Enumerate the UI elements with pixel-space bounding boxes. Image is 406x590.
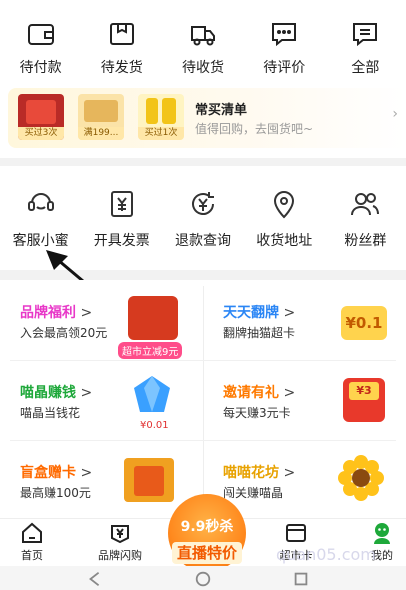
promo-tag: ¥0.1 <box>341 306 387 340</box>
package-icon <box>109 23 134 45</box>
service-refund-query[interactable]: 退款查询 <box>162 166 243 270</box>
gift-box-image <box>124 458 174 502</box>
promo-tag: ¥3 <box>349 382 379 400</box>
recent-purchases-title: 常买清单 <box>195 103 248 118</box>
order-pending-shipment-label: 待发货 <box>100 60 143 76</box>
promo-title: 盲盒赠卡 <box>20 465 76 481</box>
flash-sale-label: 9.9秒杀 <box>180 519 234 535</box>
sunflower-icon <box>338 455 384 501</box>
system-nav-bar <box>0 566 406 590</box>
home-circle-icon[interactable] <box>194 570 212 588</box>
list-icon <box>353 23 378 47</box>
recent-purchases-section: 买过3次 满199... 买过1次 常买清单 值得回购，去囤货吧~ › <box>0 84 406 158</box>
order-status-bar: 待付款 待发货 待收货 待评价 全部 <box>0 0 406 84</box>
refund-icon <box>192 192 214 215</box>
promo-invite-reward[interactable]: 邀请有礼 > 每天赚3元卡 ¥3 <box>203 360 406 440</box>
promo-blind-box[interactable]: 盲盒赠卡 > 最高赚100元 <box>0 440 203 520</box>
customer-service-icon <box>27 193 54 211</box>
promo-brand-benefits[interactable]: 品牌福利 > 入会最高领20元 超市立减9元 <box>0 280 203 360</box>
watermark: quan05.com <box>276 545 376 564</box>
promo-daily-flip[interactable]: 天天翻牌 > 翻牌抽猫超卡 ¥0.1 <box>203 280 406 360</box>
back-icon[interactable] <box>86 570 104 588</box>
profile-icon <box>374 523 390 544</box>
service-address[interactable]: 收货地址 <box>244 166 325 270</box>
live-deals-button[interactable]: 9.9秒杀 直播特价 <box>168 494 246 572</box>
purchase-count-badge: 买过3次 <box>18 127 64 140</box>
brand-flash-icon <box>111 525 129 544</box>
wallet-icon <box>27 24 54 45</box>
order-pending-receipt[interactable]: 待收货 <box>162 0 243 84</box>
order-pending-payment-label: 待付款 <box>19 60 62 76</box>
service-address-label: 收货地址 <box>256 233 313 249</box>
promo-subtitle: 入会最高领20元 <box>20 326 108 340</box>
tab-brand-flash[interactable]: 品牌闪购 <box>80 519 160 567</box>
order-pending-payment[interactable]: 待付款 <box>0 0 81 84</box>
promo-subtitle: 闯关赚喵晶 <box>223 486 284 500</box>
recent-purchases-subtitle: 值得回购，去囤货吧~ <box>195 122 314 136</box>
promo-subtitle: 喵晶当钱花 <box>20 406 81 420</box>
fans-group-icon <box>351 193 380 216</box>
service-fans-group-label: 粉丝群 <box>344 233 387 249</box>
invoice-icon <box>110 191 133 217</box>
truck-icon <box>191 26 215 46</box>
order-pending-review-label: 待评价 <box>263 60 306 76</box>
order-pending-shipment[interactable]: 待发货 <box>81 0 162 84</box>
card-icon <box>286 524 306 542</box>
promo-tag: ¥0.01 <box>140 420 169 431</box>
red-envelope-image: ¥3 <box>343 378 385 422</box>
service-fans-group[interactable]: 粉丝群 <box>325 166 406 270</box>
promo-title: 喵喵花坊 <box>223 465 279 481</box>
promo-badge: 满199... <box>78 127 124 140</box>
promo-title: 喵晶赚钱 <box>20 385 76 401</box>
live-special-label: 直播特价 <box>172 542 242 564</box>
purchase-count-badge: 买过1次 <box>138 127 184 140</box>
tab-home-label: 首页 <box>21 549 43 562</box>
promo-tag: 超市立减9元 <box>118 342 183 359</box>
promo-crystal-earn[interactable]: 喵晶赚钱 > 喵晶当钱花 ¥0.01 <box>0 360 203 440</box>
promo-subtitle: 每天赚3元卡 <box>223 406 291 420</box>
promo-title: 邀请有礼 <box>223 385 279 401</box>
comment-icon <box>272 23 297 47</box>
recents-icon[interactable] <box>292 570 310 588</box>
promo-grid: 品牌福利 > 入会最高领20元 超市立减9元 天天翻牌 > 翻牌抽猫超卡 ¥0.… <box>0 280 406 518</box>
crystal-icon <box>134 376 170 412</box>
promo-subtitle: 翻牌抽猫超卡 <box>223 326 296 340</box>
order-all-label: 全部 <box>351 60 380 76</box>
product-thumbnail[interactable]: 满199... <box>78 94 124 140</box>
tab-home[interactable]: 首页 <box>0 519 72 567</box>
promo-title: 品牌福利 <box>20 305 76 321</box>
tab-brand-flash-label: 品牌闪购 <box>98 549 142 562</box>
order-pending-review[interactable]: 待评价 <box>244 0 325 84</box>
product-thumbnail[interactable]: 买过1次 <box>138 94 184 140</box>
snack-bag-image <box>128 296 178 340</box>
product-thumbnail[interactable]: 买过3次 <box>18 94 64 140</box>
order-pending-receipt-label: 待收货 <box>182 60 224 76</box>
promo-subtitle: 最高赚100元 <box>20 486 91 500</box>
home-icon <box>22 522 42 543</box>
service-refund-query-label: 退款查询 <box>175 233 231 249</box>
recent-purchases-card[interactable]: 买过3次 满199... 买过1次 常买清单 值得回购，去囤货吧~ › <box>8 88 406 148</box>
order-all[interactable]: 全部 <box>325 0 406 84</box>
location-icon <box>274 191 295 219</box>
chevron-right-icon: › <box>392 106 398 122</box>
promo-title: 天天翻牌 <box>223 305 279 321</box>
